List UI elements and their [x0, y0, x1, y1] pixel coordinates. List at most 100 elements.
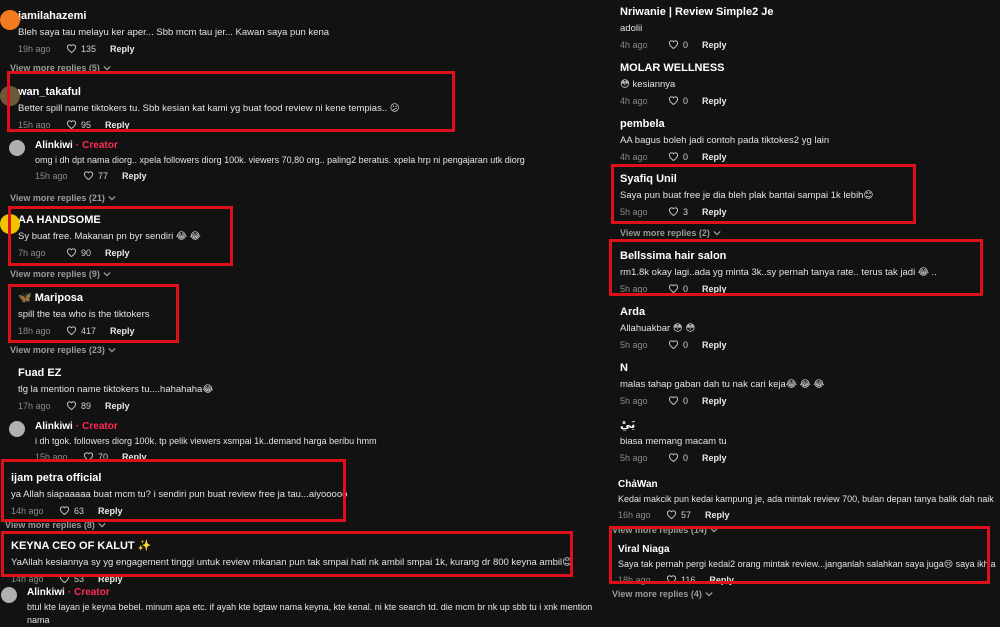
- separator-dot: ·: [75, 421, 80, 432]
- like-button[interactable]: 70: [83, 451, 108, 463]
- username-text[interactable]: يَيْ: [620, 418, 635, 431]
- view-more-replies[interactable]: View more replies (14): [612, 525, 718, 535]
- like-button[interactable]: 0: [668, 95, 688, 107]
- comment-text: adolii: [620, 23, 643, 34]
- reply-button[interactable]: Reply: [705, 510, 730, 520]
- like-button[interactable]: 53: [59, 573, 84, 585]
- like-button[interactable]: 63: [59, 505, 84, 517]
- like-button[interactable]: 0: [668, 395, 688, 407]
- username-text[interactable]: ChảWan: [618, 479, 658, 490]
- like-button[interactable]: 90: [66, 247, 91, 259]
- comment-username[interactable]: MOLAR WELLNESS: [620, 62, 996, 74]
- username-text[interactable]: Fuad EZ: [18, 367, 61, 379]
- username-text[interactable]: N: [620, 362, 628, 374]
- left-comment-column: jamilahazemi Bleh saya tau melayu ker ape…: [0, 0, 612, 625]
- comment-username[interactable]: 🦋 Mariposa: [18, 291, 608, 304]
- reply-button[interactable]: Reply: [110, 44, 135, 54]
- reply-button[interactable]: Reply: [709, 575, 734, 585]
- username-text[interactable]: wan_takaful: [18, 86, 81, 98]
- reply-button[interactable]: Reply: [98, 574, 123, 584]
- like-button[interactable]: 135: [66, 43, 96, 55]
- like-button[interactable]: 0: [668, 151, 688, 163]
- heart-icon: [668, 95, 679, 107]
- comment-username[interactable]: Viral Niaga: [618, 544, 996, 555]
- username-text[interactable]: ijam petra official: [11, 472, 101, 484]
- username-text[interactable]: Alinkiwi: [35, 140, 73, 151]
- username-text[interactable]: 🦋 Mariposa: [18, 291, 83, 304]
- comment-username[interactable]: wan_takaful: [18, 86, 608, 98]
- username-text[interactable]: Nriwanie | Review Simple2 Je: [620, 6, 773, 18]
- comment-username[interactable]: Alinkiwi · Creator: [35, 140, 608, 151]
- reply-button[interactable]: Reply: [702, 96, 727, 106]
- comment-username[interactable]: AA HANDSOME: [18, 214, 608, 226]
- heart-icon: [66, 400, 77, 412]
- view-more-replies[interactable]: View more replies (9): [10, 269, 111, 279]
- username-text[interactable]: Alinkiwi: [35, 421, 73, 432]
- comment-username[interactable]: Syafiq Unil: [620, 173, 996, 185]
- like-button[interactable]: 0: [668, 452, 688, 464]
- comment: MOLAR WELLNESS 😳 kesiannya 4h ago 0 Reply: [620, 62, 996, 107]
- reply-button[interactable]: Reply: [110, 326, 135, 336]
- like-button[interactable]: 116: [666, 574, 695, 586]
- like-button[interactable]: 0: [668, 339, 688, 351]
- like-count: 0: [683, 340, 689, 350]
- avatar[interactable]: [9, 421, 25, 437]
- reply-button[interactable]: Reply: [702, 207, 727, 217]
- view-more-replies[interactable]: View more replies (23): [10, 345, 116, 355]
- username-text[interactable]: Alinkiwi: [27, 587, 65, 598]
- reply-button[interactable]: Reply: [702, 152, 727, 162]
- reply-button[interactable]: Reply: [702, 284, 727, 294]
- comment-username[interactable]: Fuad EZ: [18, 367, 608, 379]
- avatar[interactable]: [0, 86, 20, 106]
- reply-button[interactable]: Reply: [122, 452, 147, 462]
- comment-username[interactable]: ijam petra official: [11, 472, 608, 484]
- comment-username[interactable]: Arda: [620, 306, 996, 318]
- reply-button[interactable]: Reply: [105, 120, 130, 130]
- reply-button[interactable]: Reply: [702, 396, 727, 406]
- comment-username[interactable]: jamilahazemi: [18, 10, 608, 22]
- username-text[interactable]: Arda: [620, 306, 645, 318]
- like-button[interactable]: 57: [666, 509, 691, 521]
- view-more-replies[interactable]: View more replies (21): [10, 193, 116, 203]
- reply-button[interactable]: Reply: [702, 453, 727, 463]
- username-text[interactable]: AA HANDSOME: [18, 214, 101, 226]
- username-text[interactable]: Viral Niaga: [618, 544, 670, 555]
- comment-username[interactable]: pembela: [620, 118, 996, 130]
- comment-username[interactable]: Alinkiwi · Creator: [27, 587, 612, 598]
- reply-button[interactable]: Reply: [122, 171, 147, 181]
- avatar[interactable]: [0, 10, 20, 30]
- username-text[interactable]: Syafiq Unil: [620, 173, 677, 185]
- view-more-replies[interactable]: View more replies (5): [10, 63, 111, 73]
- avatar[interactable]: [9, 140, 25, 156]
- reply-button[interactable]: Reply: [105, 248, 130, 258]
- like-button[interactable]: 0: [668, 283, 688, 295]
- like-button[interactable]: 417: [66, 325, 96, 337]
- like-button[interactable]: 0: [668, 39, 688, 51]
- comment-username[interactable]: Alinkiwi · Creator: [35, 421, 608, 432]
- reply-button[interactable]: Reply: [105, 401, 130, 411]
- comment-username[interactable]: N: [620, 362, 996, 374]
- like-button[interactable]: 3: [668, 206, 688, 218]
- heart-icon: [66, 325, 77, 337]
- view-more-replies[interactable]: View more replies (4): [612, 589, 713, 599]
- username-text[interactable]: jamilahazemi: [18, 10, 86, 22]
- like-button[interactable]: 77: [83, 170, 108, 182]
- comment-username[interactable]: Bellssima hair salon: [620, 250, 996, 262]
- like-button[interactable]: 95: [66, 119, 91, 131]
- reply-button[interactable]: Reply: [98, 506, 123, 516]
- view-more-replies[interactable]: View more replies (2): [620, 228, 721, 238]
- username-text[interactable]: Bellssima hair salon: [620, 250, 726, 262]
- comment-username[interactable]: Nriwanie | Review Simple2 Je: [620, 6, 996, 18]
- username-text[interactable]: MOLAR WELLNESS: [620, 62, 725, 74]
- avatar[interactable]: [0, 214, 20, 234]
- reply-button[interactable]: Reply: [702, 40, 727, 50]
- comment-username[interactable]: KEYNA CEO OF KALUT ✨: [11, 539, 608, 552]
- username-text[interactable]: pembela: [620, 118, 665, 130]
- comment-username[interactable]: ChảWan: [618, 479, 996, 490]
- reply-button[interactable]: Reply: [702, 340, 727, 350]
- avatar[interactable]: [1, 587, 17, 603]
- like-button[interactable]: 89: [66, 400, 91, 412]
- comment-username[interactable]: يَيْ: [620, 418, 996, 431]
- username-text[interactable]: KEYNA CEO OF KALUT ✨: [11, 539, 151, 552]
- view-more-replies[interactable]: View more replies (8): [5, 520, 106, 530]
